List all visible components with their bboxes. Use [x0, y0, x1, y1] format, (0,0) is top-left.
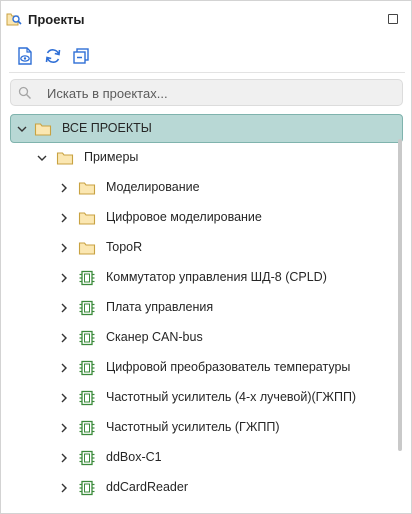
- chevron-right-icon[interactable]: [56, 240, 72, 256]
- project-chip-icon: [78, 480, 96, 496]
- tree-project-item[interactable]: Частотный усилитель (ГЖПП): [1, 413, 397, 443]
- tree-root-label: ВСЕ ПРОЕКТЫ: [62, 121, 152, 135]
- tree-item-label: Цифровое моделирование: [106, 210, 262, 224]
- folder-icon: [56, 150, 74, 166]
- tree-folder-item[interactable]: Моделирование: [1, 173, 397, 203]
- search-input[interactable]: [45, 82, 395, 104]
- project-tree: ВСЕ ПРОЕКТЫ Примеры Моделирование Цифрово…: [1, 113, 411, 513]
- folder-icon: [78, 180, 96, 196]
- folder-icon: [34, 121, 52, 137]
- tree-project-item[interactable]: ddBox-C1: [1, 443, 397, 473]
- chevron-right-icon[interactable]: [56, 180, 72, 196]
- refresh-icon[interactable]: [43, 45, 63, 67]
- tree-item-label: Плата управления: [106, 300, 214, 314]
- tree-group-examples[interactable]: Примеры: [1, 143, 397, 173]
- tree-project-item[interactable]: Плата управления: [1, 293, 397, 323]
- tree-root-all-projects[interactable]: ВСЕ ПРОЕКТЫ: [10, 114, 403, 143]
- chevron-right-icon[interactable]: [56, 360, 72, 376]
- chevron-right-icon[interactable]: [56, 210, 72, 226]
- project-chip-icon: [78, 330, 96, 346]
- tree-item-label: Частотный усилитель (ГЖПП): [106, 420, 280, 434]
- collapse-all-icon[interactable]: [71, 45, 91, 67]
- tree-group-label: Примеры: [84, 150, 139, 164]
- tree-item-label: Сканер CAN-bus: [106, 330, 203, 344]
- folder-icon: [78, 240, 96, 256]
- chevron-right-icon[interactable]: [56, 480, 72, 496]
- tree-project-item[interactable]: Частотный усилитель (4-х лучевой)(ГЖПП): [1, 383, 397, 413]
- tree-item-label: Частотный усилитель (4-х лучевой)(ГЖПП): [106, 390, 357, 404]
- tree-folder-item[interactable]: TopoR: [1, 233, 397, 263]
- chevron-right-icon[interactable]: [56, 390, 72, 406]
- tree-item-label: ddBox-C1: [106, 450, 162, 464]
- projects-search-icon: [6, 11, 22, 27]
- vertical-scrollbar[interactable]: [398, 139, 402, 451]
- chevron-right-icon[interactable]: [56, 450, 72, 466]
- project-chip-icon: [78, 450, 96, 466]
- chevron-down-icon[interactable]: [14, 121, 30, 137]
- chevron-right-icon[interactable]: [56, 270, 72, 286]
- toolbar: [1, 45, 411, 69]
- tree-project-item[interactable]: Коммутатор управления ШД-8 (CPLD): [1, 263, 397, 293]
- project-chip-icon: [78, 360, 96, 376]
- tree-project-item[interactable]: ddCardReader: [1, 473, 397, 503]
- project-chip-icon: [78, 420, 96, 436]
- panel-title: Проекты: [28, 12, 85, 27]
- projects-panel: Проекты Искать в проектах... ВСЕ ПРОЕКТЫ…: [0, 0, 412, 514]
- panel-header: Проекты: [1, 1, 411, 37]
- tree-project-item[interactable]: Сканер CAN-bus: [1, 323, 397, 353]
- tree-item-label: TopoR: [106, 240, 143, 254]
- project-chip-icon: [78, 390, 96, 406]
- chevron-down-icon[interactable]: [34, 150, 50, 166]
- tree-project-item[interactable]: Цифровой преобразователь температуры: [1, 353, 397, 383]
- chevron-right-icon[interactable]: [56, 420, 72, 436]
- tree-item-label: Цифровой преобразователь температуры: [106, 360, 351, 374]
- tree-item-label: ddCardReader: [106, 480, 188, 494]
- tree-item-label: Коммутатор управления ШД-8 (CPLD): [106, 270, 327, 284]
- search-icon: [18, 86, 32, 100]
- document-eye-icon[interactable]: [15, 45, 35, 67]
- maximize-button[interactable]: [388, 14, 398, 24]
- project-chip-icon: [78, 270, 96, 286]
- toolbar-divider: [9, 72, 405, 73]
- tree-folder-item[interactable]: Цифровое моделирование: [1, 203, 397, 233]
- project-chip-icon: [78, 300, 96, 316]
- folder-icon: [78, 210, 96, 226]
- chevron-right-icon[interactable]: [56, 300, 72, 316]
- search-box: [10, 79, 403, 106]
- chevron-right-icon[interactable]: [56, 330, 72, 346]
- tree-item-label: Моделирование: [106, 180, 200, 194]
